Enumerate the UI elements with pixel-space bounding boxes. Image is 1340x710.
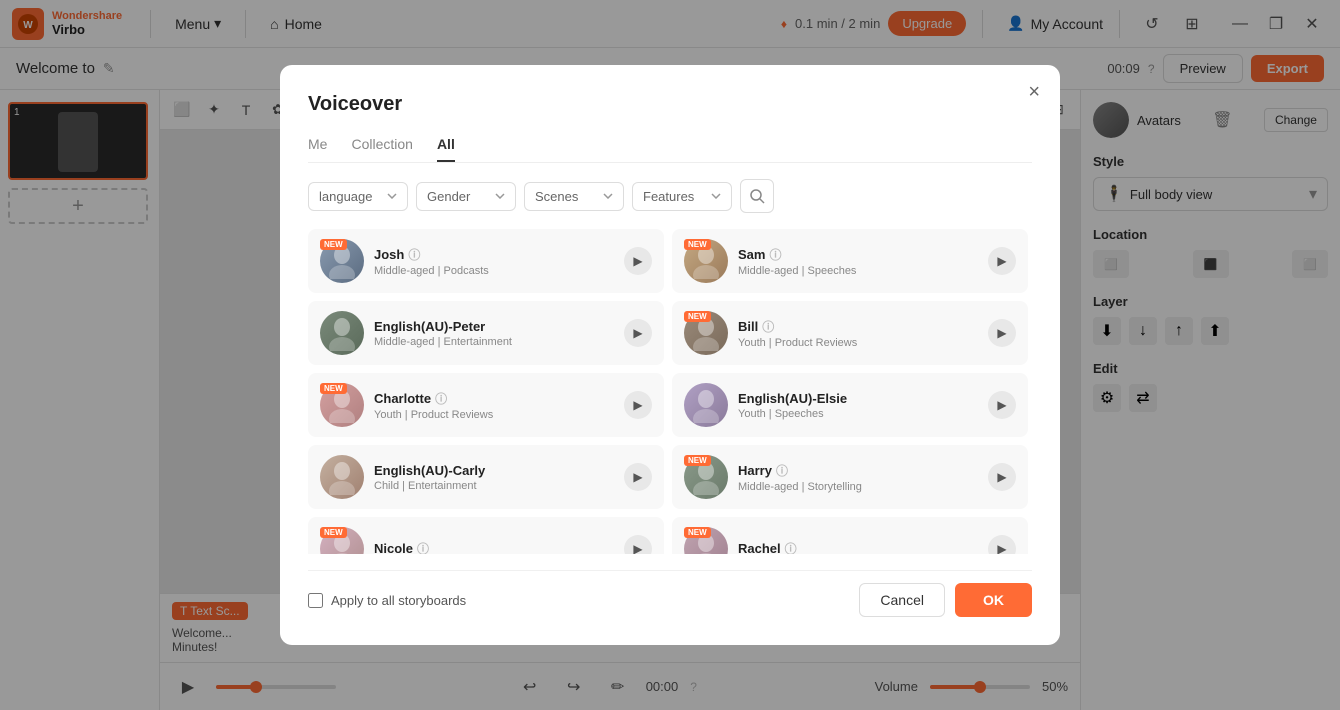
voice-info-charlotte: Charlotte ⓘ Youth | Product Reviews <box>374 390 614 421</box>
info-icon-nicole[interactable]: ⓘ <box>417 540 429 555</box>
voice-desc-sam: Middle-aged | Speeches <box>738 265 978 277</box>
play-btn-sam[interactable]: ▶ <box>988 247 1016 275</box>
info-icon-bill[interactable]: ⓘ <box>762 318 774 335</box>
new-badge-nicole: NEW <box>320 527 347 538</box>
voice-desc-elsie: Youth | Speeches <box>738 408 978 420</box>
voice-desc-carly: Child | Entertainment <box>374 480 614 492</box>
info-icon-harry[interactable]: ⓘ <box>776 462 788 479</box>
voice-desc-charlotte: Youth | Product Reviews <box>374 409 614 421</box>
play-btn-peter[interactable]: ▶ <box>624 319 652 347</box>
voice-card-peter[interactable]: English(AU)-Peter Middle-aged | Entertai… <box>308 301 664 365</box>
modal-overlay: Voiceover × Me Collection All language G… <box>0 0 1340 710</box>
voices-grid: NEW Josh ⓘ Middle-aged | Podcasts ▶ <box>308 229 1032 554</box>
voiceover-modal: Voiceover × Me Collection All language G… <box>280 65 1060 645</box>
modal-title: Voiceover <box>308 93 1032 116</box>
voice-card-josh[interactable]: NEW Josh ⓘ Middle-aged | Podcasts ▶ <box>308 229 664 293</box>
voice-name-josh: Josh ⓘ <box>374 246 614 263</box>
play-btn-bill[interactable]: ▶ <box>988 319 1016 347</box>
voice-info-carly: English(AU)-Carly Child | Entertainment <box>374 463 614 492</box>
voice-card-elsie[interactable]: English(AU)-Elsie Youth | Speeches ▶ <box>672 373 1028 437</box>
voice-name-bill: Bill ⓘ <box>738 318 978 335</box>
apply-all-label[interactable]: Apply to all storyboards <box>308 593 466 608</box>
play-btn-carly[interactable]: ▶ <box>624 463 652 491</box>
modal-close-button[interactable]: × <box>1028 81 1040 104</box>
info-icon-josh[interactable]: ⓘ <box>408 246 420 263</box>
new-badge-bill: NEW <box>684 311 711 322</box>
info-icon-sam[interactable]: ⓘ <box>769 246 781 263</box>
play-btn-charlotte[interactable]: ▶ <box>624 391 652 419</box>
voice-name-rachel: Rachel ⓘ <box>738 540 978 555</box>
search-button[interactable] <box>740 179 774 213</box>
footer-buttons: Cancel OK <box>859 583 1032 617</box>
voice-info-bill: Bill ⓘ Youth | Product Reviews <box>738 318 978 349</box>
voice-name-peter: English(AU)-Peter <box>374 319 614 334</box>
play-btn-nicole[interactable]: ▶ <box>624 535 652 554</box>
cancel-button[interactable]: Cancel <box>859 583 945 617</box>
voice-card-sam[interactable]: NEW Sam ⓘ Middle-aged | Speeches ▶ <box>672 229 1028 293</box>
features-filter[interactable]: Features <box>632 182 732 211</box>
voice-info-peter: English(AU)-Peter Middle-aged | Entertai… <box>374 319 614 348</box>
gender-filter[interactable]: Gender <box>416 182 516 211</box>
voice-card-bill[interactable]: NEW Bill ⓘ Youth | Product Reviews ▶ <box>672 301 1028 365</box>
voice-info-josh: Josh ⓘ Middle-aged | Podcasts <box>374 246 614 277</box>
info-icon-charlotte[interactable]: ⓘ <box>435 390 447 407</box>
play-btn-josh[interactable]: ▶ <box>624 247 652 275</box>
voice-name-nicole: Nicole ⓘ <box>374 540 614 555</box>
ok-button[interactable]: OK <box>955 583 1032 617</box>
voice-card-rachel[interactable]: NEW Rachel ⓘ ▶ <box>672 517 1028 554</box>
filters-row: language Gender Scenes Features <box>308 179 1032 213</box>
voice-name-harry: Harry ⓘ <box>738 462 978 479</box>
scenes-filter[interactable]: Scenes <box>524 182 624 211</box>
voice-desc-harry: Middle-aged | Storytelling <box>738 481 978 493</box>
voice-info-nicole: Nicole ⓘ <box>374 540 614 555</box>
modal-tabs: Me Collection All <box>308 136 1032 163</box>
info-icon-rachel[interactable]: ⓘ <box>785 540 797 555</box>
voice-card-charlotte[interactable]: NEW Charlotte ⓘ Youth | Product Reviews … <box>308 373 664 437</box>
language-filter[interactable]: language <box>308 182 408 211</box>
modal-footer: Apply to all storyboards Cancel OK <box>308 570 1032 617</box>
voice-info-elsie: English(AU)-Elsie Youth | Speeches <box>738 391 978 420</box>
tab-collection[interactable]: Collection <box>351 136 412 162</box>
voice-desc-bill: Youth | Product Reviews <box>738 337 978 349</box>
voice-card-nicole[interactable]: NEW Nicole ⓘ ▶ <box>308 517 664 554</box>
new-badge-josh: NEW <box>320 239 347 250</box>
new-badge-charlotte: NEW <box>320 383 347 394</box>
voice-info-sam: Sam ⓘ Middle-aged | Speeches <box>738 246 978 277</box>
voice-name-carly: English(AU)-Carly <box>374 463 614 478</box>
tab-me[interactable]: Me <box>308 136 327 162</box>
play-btn-elsie[interactable]: ▶ <box>988 391 1016 419</box>
new-badge-rachel: NEW <box>684 527 711 538</box>
voice-info-rachel: Rachel ⓘ <box>738 540 978 555</box>
voice-card-carly[interactable]: English(AU)-Carly Child | Entertainment … <box>308 445 664 509</box>
tab-all[interactable]: All <box>437 136 455 162</box>
play-btn-harry[interactable]: ▶ <box>988 463 1016 491</box>
voice-card-harry[interactable]: NEW Harry ⓘ Middle-aged | Storytelling ▶ <box>672 445 1028 509</box>
apply-all-checkbox[interactable] <box>308 593 323 608</box>
play-btn-rachel[interactable]: ▶ <box>988 535 1016 554</box>
voice-desc-peter: Middle-aged | Entertainment <box>374 336 614 348</box>
new-badge-harry: NEW <box>684 455 711 466</box>
new-badge-sam: NEW <box>684 239 711 250</box>
voice-name-elsie: English(AU)-Elsie <box>738 391 978 406</box>
voice-name-sam: Sam ⓘ <box>738 246 978 263</box>
voice-info-harry: Harry ⓘ Middle-aged | Storytelling <box>738 462 978 493</box>
voice-name-charlotte: Charlotte ⓘ <box>374 390 614 407</box>
voice-desc-josh: Middle-aged | Podcasts <box>374 265 614 277</box>
